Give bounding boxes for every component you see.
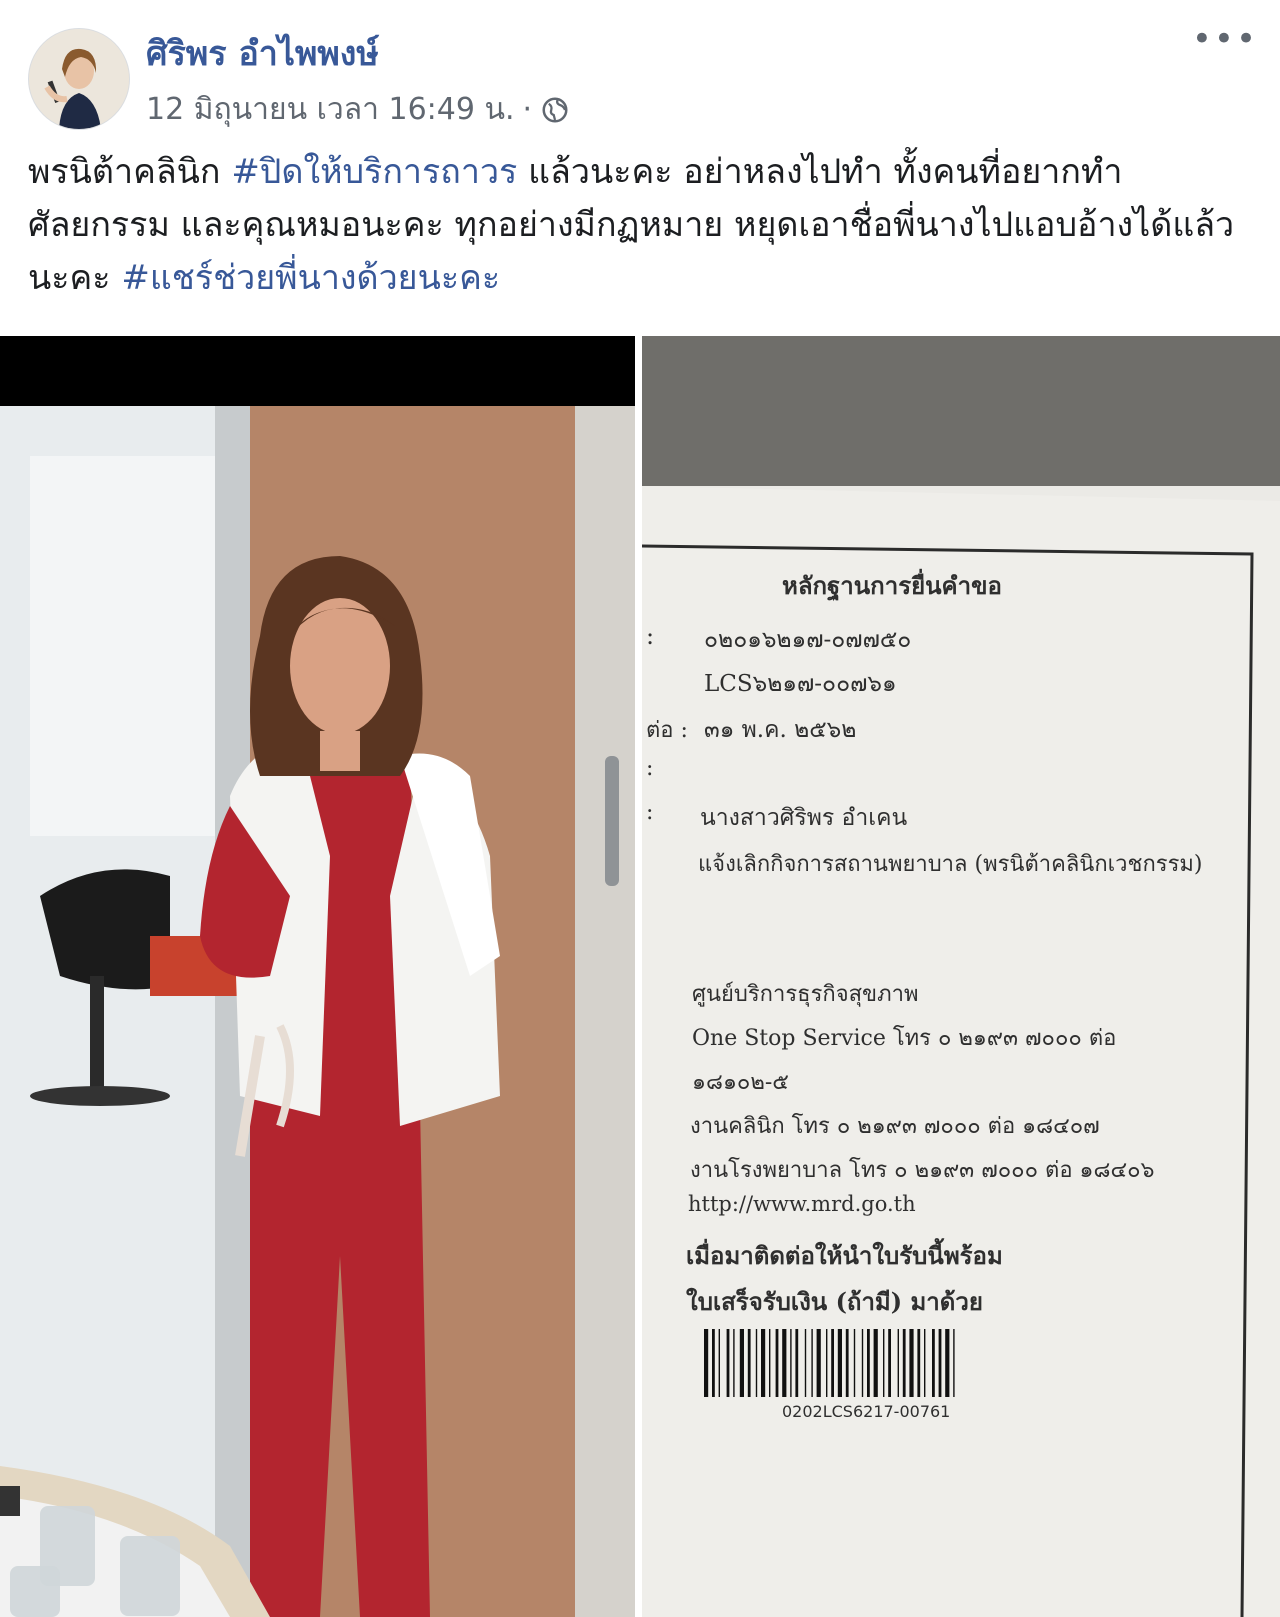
receipt-number: ๐๒๐๑๖๒๑๗-๐๗๗๕๐ (704, 627, 912, 653)
receipt-code: LCS๖๒๑๗-๐๐๗๖๑ (704, 671, 897, 697)
photo-woman-image (0, 336, 635, 1617)
caption-text-1: พรนิต้าคลินิก (28, 152, 232, 192)
receipt-url: http://www.mrd.go.th (688, 1192, 916, 1216)
barcode (704, 1329, 1044, 1397)
barcode-number: 0202LCS6217-00761 (782, 1402, 951, 1421)
receipt-applicant-name: นางสาวศิริพร อำเคน (700, 805, 908, 831)
receipt-notice-line-1: เมื่อมาติดต่อให้นำใบรับนี้พร้อม (686, 1241, 1003, 1270)
receipt-blank-label: : (646, 756, 654, 781)
barcode-icon (704, 1329, 955, 1397)
author-avatar[interactable] (28, 28, 130, 130)
avatar-image (29, 29, 129, 129)
post-caption: พรนิต้าคลินิก #ปิดให้บริการถาวร แล้วนะคะ… (28, 146, 1254, 305)
hashtag-permanently-closed[interactable]: #ปิดให้บริการถาวร (231, 152, 517, 192)
more-options-button[interactable]: ••• (1192, 22, 1258, 56)
receipt-contact-clinic: งานคลินิก โทร ๐ ๒๑๙๓ ๗๐๐๐ ต่อ ๑๘๔๐๗ (690, 1114, 1100, 1139)
post-meta: 12 มิถุนายน เวลา 16:49 น. · (146, 86, 570, 133)
photo-receipt-document[interactable]: หลักฐานการยื่นคำขอ : ๐๒๐๑๖๒๑๗-๐๗๗๕๐ LCS๖… (642, 336, 1280, 1617)
globe-icon[interactable] (540, 95, 570, 125)
hashtag-share-help[interactable]: #แชร์ช่วยพี่นางด้วยนะคะ (121, 258, 500, 298)
post-timestamp[interactable]: 12 มิถุนายน เวลา 16:49 น. (146, 86, 515, 133)
receipt-title: หลักฐานการยื่นคำขอ (782, 571, 1002, 600)
author-name[interactable]: ศิริพร อำไพพงษ์ (146, 26, 379, 80)
meta-separator: · (522, 92, 533, 127)
receipt-date-label: ต่อ : (646, 718, 688, 743)
receipt-name-label: : (646, 800, 654, 825)
receipt-date: ๓๑ พ.ค. ๒๕๖๒ (704, 717, 857, 743)
receipt-notice-line-2: ใบเสร็จรับเงิน (ถ้ามี) มาด้วย (686, 1287, 983, 1316)
receipt-contact-one-stop-ext: ๑๘๑๐๒-๕ (692, 1070, 789, 1095)
post-header: ศิริพร อำไพพงษ์ 12 มิถุนายน เวลา 16:49 น… (28, 22, 1260, 132)
receipt-contact-one-stop: One Stop Service โทร ๐ ๒๑๙๓ ๗๐๐๐ ต่อ (692, 1026, 1117, 1051)
receipt-subject: แจ้งเลิกกิจการสถานพยาบาล (พรนิต้าคลินิกเ… (698, 852, 1203, 877)
receipt-contact-hospital: งานโรงพยาบาล โทร ๐ ๒๑๙๓ ๗๐๐๐ ต่อ ๑๘๔๐๖ (690, 1158, 1155, 1183)
receipt-center: ศูนย์บริการธุรกิจสุขภาพ (692, 982, 919, 1007)
photo-woman-standing[interactable] (0, 336, 635, 1617)
receipt-number-label: : (646, 622, 655, 650)
facebook-post: ศิริพร อำไพพงษ์ 12 มิถุนายน เวลา 16:49 น… (0, 0, 1280, 1617)
